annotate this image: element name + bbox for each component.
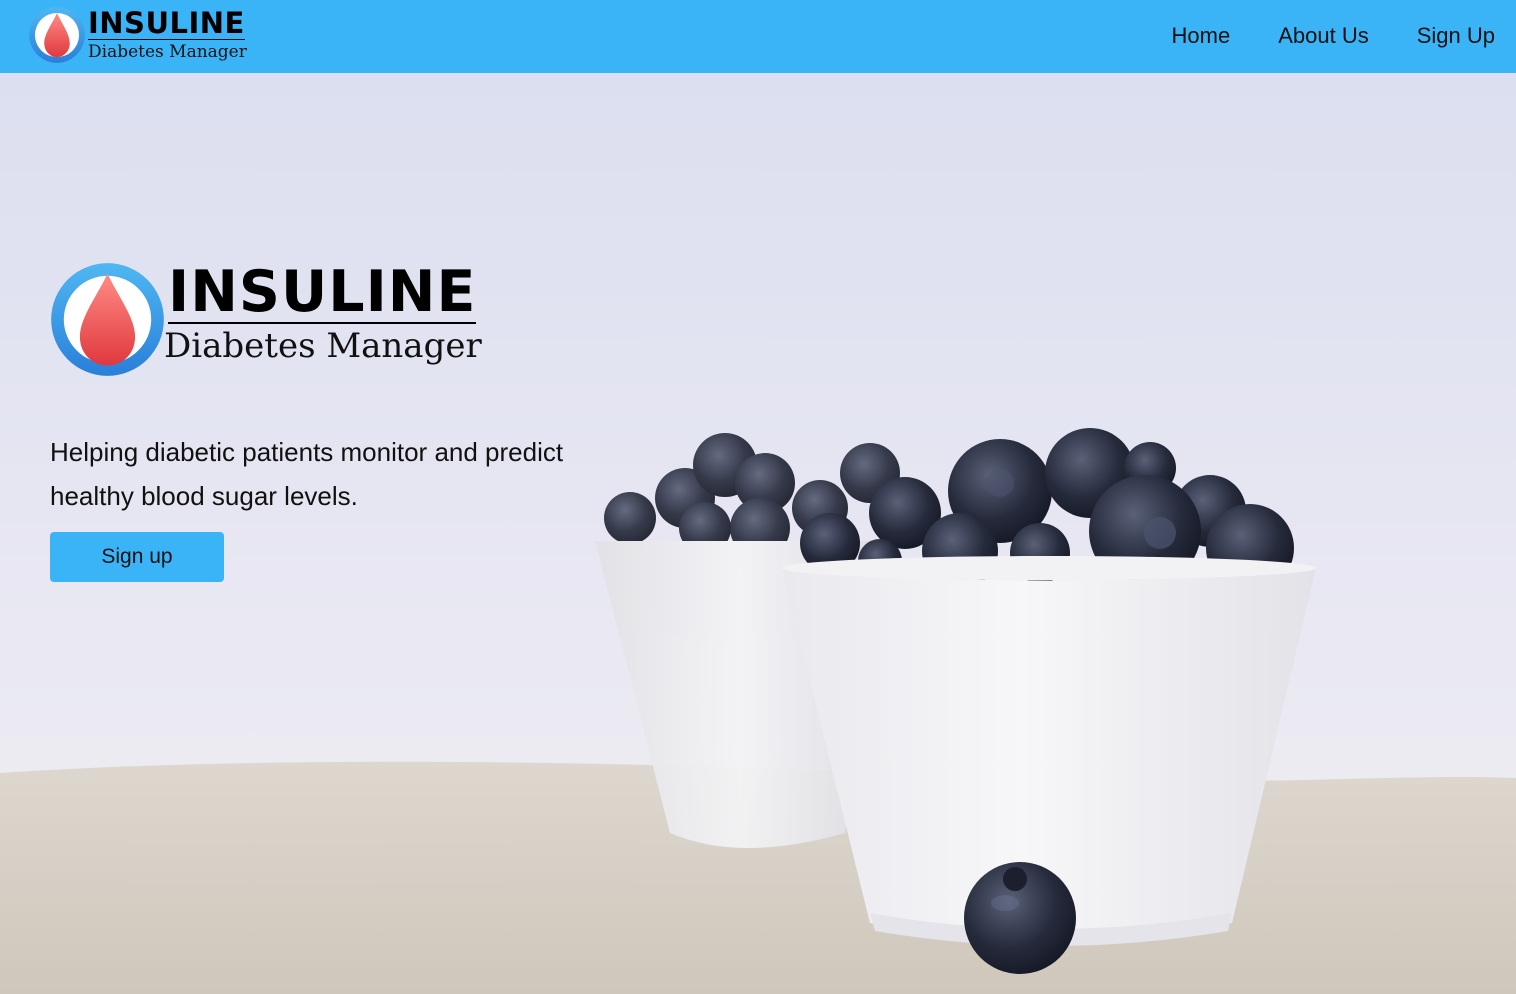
hero-tagline: Helping diabetic patients monitor and pr… <box>50 437 564 511</box>
hero-logo-title: INSULINE <box>168 259 477 325</box>
nav-links: Home About Us Sign Up <box>1172 20 1495 52</box>
hero-logo: INSULINE Diabetes Manager <box>50 262 490 377</box>
nav-link-home[interactable]: Home <box>1172 20 1231 52</box>
navbar-logo-title: INSULINE <box>88 6 245 40</box>
sign-up-button[interactable]: Sign up <box>50 532 224 582</box>
blood-drop-icon <box>29 7 85 63</box>
nav-link-sign-up[interactable]: Sign Up <box>1417 20 1495 52</box>
hero-logo-subtitle: Diabetes Manager <box>164 326 482 366</box>
navbar-logo-subtitle: Diabetes Manager <box>88 42 247 62</box>
landing-page: INSULINE Diabetes Manager Home About Us … <box>0 0 1516 994</box>
hero-background-image <box>0 73 1516 994</box>
blood-drop-icon <box>51 263 164 376</box>
nav-link-about-us[interactable]: About Us <box>1278 20 1369 52</box>
navbar-logo[interactable]: INSULINE Diabetes Manager <box>28 6 248 66</box>
navbar: INSULINE Diabetes Manager Home About Us … <box>0 0 1516 73</box>
